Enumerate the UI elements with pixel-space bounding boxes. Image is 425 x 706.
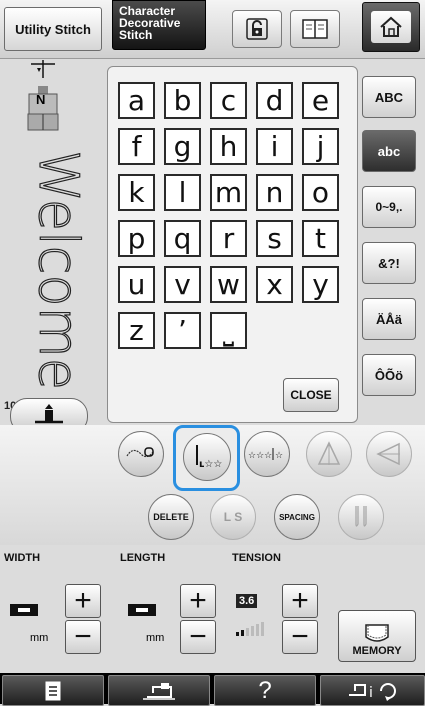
preview-text: Welcome	[27, 150, 90, 390]
home-icon-frame	[371, 11, 411, 43]
length-unit: mm	[146, 632, 165, 644]
key-o[interactable]: o	[302, 174, 339, 211]
length-increase-button[interactable]: +	[180, 584, 216, 618]
key-k[interactable]: k	[118, 174, 155, 211]
key-l[interactable]: l	[164, 174, 201, 211]
char-set-symbols[interactable]: &?!	[362, 242, 416, 284]
character-decorative-stitch-tab[interactable]: Character Decorative Stitch	[112, 0, 206, 50]
sewing-machine-icon	[143, 682, 175, 700]
tension-level-icon	[236, 622, 264, 636]
utility-stitch-tab[interactable]: Utility Stitch	[4, 7, 102, 51]
key-c[interactable]: c	[210, 82, 247, 119]
key-s[interactable]: s	[256, 220, 293, 257]
key-p[interactable]: p	[118, 220, 155, 257]
home-icon	[380, 16, 402, 37]
svg-text:☆☆☆: ☆☆☆	[248, 451, 272, 461]
width-unit: mm	[30, 632, 49, 644]
key-g[interactable]: g	[164, 128, 201, 165]
key-space[interactable]: ⎵	[210, 312, 247, 349]
key-i[interactable]: i	[256, 128, 293, 165]
stitch-explanation-button[interactable]	[2, 675, 104, 706]
char-set-lowercase[interactable]: abc	[362, 130, 416, 172]
spacing-button[interactable]: SPACING	[274, 494, 320, 540]
memory-pocket-icon	[365, 624, 389, 642]
key-h[interactable]: h	[210, 128, 247, 165]
text-preview: Welcome	[22, 149, 102, 390]
key-u[interactable]: u	[118, 266, 155, 303]
sewing-guide-button[interactable]	[108, 675, 210, 706]
home-button[interactable]	[362, 2, 420, 52]
char-set-uppercase[interactable]: ABC	[362, 76, 416, 118]
mirror-stitch-button[interactable]: ☆☆☆ ☆	[244, 431, 290, 477]
twin-needle-icon	[355, 506, 367, 527]
key-y[interactable]: y	[302, 266, 339, 303]
mirror-vertical-icon	[317, 441, 341, 465]
width-decrease-button[interactable]: −	[65, 620, 101, 654]
vertical-mirror-button[interactable]	[306, 431, 352, 477]
key-f[interactable]: f	[118, 128, 155, 165]
key-x[interactable]: x	[256, 266, 293, 303]
tab-line: Stitch	[119, 28, 153, 42]
char-set-accented-2[interactable]: ÔÕö	[362, 354, 416, 396]
key-w[interactable]: w	[210, 266, 247, 303]
close-button[interactable]: CLOSE	[283, 378, 339, 412]
key-a[interactable]: a	[118, 82, 155, 119]
key-j[interactable]: j	[302, 128, 339, 165]
length-label: LENGTH	[120, 552, 166, 564]
twin-needle-button[interactable]	[338, 494, 384, 540]
settings-machine-icon: i	[348, 682, 396, 701]
width-increase-button[interactable]: +	[65, 584, 101, 618]
tension-decrease-button[interactable]: −	[282, 620, 318, 654]
manual-button[interactable]	[290, 10, 340, 48]
delete-button[interactable]: DELETE	[148, 494, 194, 540]
key-r[interactable]: r	[210, 220, 247, 257]
tension-label: TENSION	[232, 552, 281, 564]
tension-display: 3.6	[236, 594, 276, 644]
key-z[interactable]: z	[118, 312, 155, 349]
width-label: WIDTH	[4, 552, 41, 564]
width-bar-icon	[10, 604, 38, 616]
svg-text:i: i	[369, 685, 373, 701]
key-m[interactable]: m	[210, 174, 247, 211]
needle-thread-icon	[126, 447, 154, 458]
key-n[interactable]: n	[256, 174, 293, 211]
tension-increase-button[interactable]: +	[282, 584, 318, 618]
star-pattern-icon: ☆☆☆ ☆	[248, 448, 283, 461]
unlock-icon	[246, 18, 268, 40]
char-set-numbers[interactable]: 0~9,.	[362, 186, 416, 228]
svg-text:ʟ☆☆: ʟ☆☆	[199, 459, 222, 470]
svg-text:☆: ☆	[275, 451, 283, 461]
length-display: mm	[126, 600, 166, 648]
letter-size-button[interactable]: L S	[210, 494, 256, 540]
needle-position-icon	[31, 60, 55, 78]
presser-foot-letter: N	[36, 92, 46, 107]
help-button[interactable]: ?	[214, 675, 316, 706]
tension-value: 3.6	[236, 594, 258, 608]
memory-button[interactable]: MEMORY	[338, 610, 416, 662]
thread-tension-button[interactable]	[118, 431, 164, 477]
memory-label: MEMORY	[352, 645, 402, 657]
mirror-horizontal-icon	[376, 442, 400, 466]
key-q[interactable]: q	[164, 220, 201, 257]
horizontal-mirror-button[interactable]	[366, 431, 412, 477]
key-e[interactable]: e	[302, 82, 339, 119]
key-d[interactable]: d	[256, 82, 293, 119]
length-decrease-button[interactable]: −	[180, 620, 216, 654]
key-b[interactable]: b	[164, 82, 201, 119]
width-display: mm	[8, 600, 48, 648]
settings-button[interactable]: i	[320, 675, 425, 706]
stitch-repeat-button[interactable]: ʟ☆☆	[183, 433, 231, 481]
presser-foot-n-icon: N	[25, 86, 61, 132]
document-icon	[45, 681, 61, 700]
key-t[interactable]: t	[302, 220, 339, 257]
char-set-accented-1[interactable]: ÄÅä	[362, 298, 416, 340]
key-v[interactable]: v	[164, 266, 201, 303]
lock-button[interactable]	[232, 10, 282, 48]
single-repeat-icon: ʟ☆☆	[196, 445, 222, 470]
key-apostrophe[interactable]: ’	[164, 312, 201, 349]
book-icon	[302, 19, 328, 39]
length-bar-icon	[128, 604, 156, 616]
